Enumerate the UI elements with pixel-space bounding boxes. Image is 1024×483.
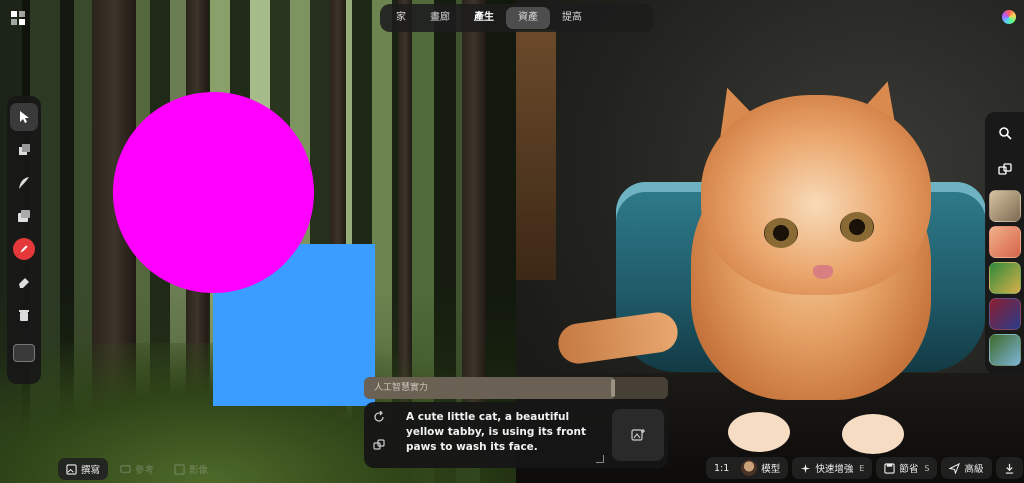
quick-enhance-button[interactable]: 快速增強 E <box>792 457 873 479</box>
add-image-icon <box>631 429 645 441</box>
app-logo-icon[interactable] <box>10 10 26 26</box>
cursor-arrow-icon <box>20 110 29 123</box>
style-thumbnail-1[interactable] <box>989 190 1021 222</box>
model-avatar <box>741 460 758 476</box>
mode-image-label: 影像 <box>189 465 209 476</box>
active-color-swatch <box>13 237 35 260</box>
image-icon <box>66 463 77 475</box>
image-upload-tool-button[interactable] <box>10 202 38 230</box>
save-icon <box>884 462 896 474</box>
quick-enhance-label: 快速增強 <box>815 464 854 475</box>
color-picker-button[interactable] <box>10 235 38 263</box>
mode-image-button[interactable]: 影像 <box>166 458 216 480</box>
right-toolbar <box>985 112 1024 374</box>
left-toolbar <box>7 96 41 384</box>
tab-gallery[interactable]: 畫廊 <box>418 7 462 29</box>
mode-reference-label: 參考 <box>135 465 155 476</box>
aspect-ratio-button[interactable]: 1:1 模型 <box>706 457 789 479</box>
style-thumbnail-3[interactable] <box>989 262 1021 294</box>
mode-compose-button[interactable]: 撰寫 <box>58 458 109 480</box>
style-swap-icon <box>373 439 385 450</box>
magenta-circle-shape[interactable] <box>113 92 314 293</box>
tab-assets[interactable]: 資產 <box>506 7 550 29</box>
user-avatar[interactable] <box>1002 10 1016 24</box>
mode-compose-label: 撰寫 <box>81 465 101 476</box>
feather-brush-icon <box>19 176 29 189</box>
refresh-icon <box>374 411 384 422</box>
advanced-label: 高級 <box>964 464 984 475</box>
background-image-button[interactable] <box>10 339 38 367</box>
save-label: 節省 <box>899 464 919 475</box>
mode-switcher: 撰寫 參考 影像 <box>58 458 216 480</box>
tab-generate[interactable]: 產生 <box>462 7 506 29</box>
search-style-button[interactable] <box>990 118 1020 148</box>
style-thumbnail-2[interactable] <box>989 226 1021 258</box>
cat-nose <box>813 265 833 279</box>
image-stack-icon <box>18 209 30 222</box>
brush-tool-button[interactable] <box>10 169 38 197</box>
save-shortcut: S <box>924 463 930 473</box>
ai-strength-label: 人工智慧實力 <box>374 383 429 393</box>
layers-tool-button[interactable] <box>10 136 38 164</box>
cat-paw-right <box>842 414 904 454</box>
image-prompt-button[interactable] <box>612 409 664 461</box>
top-navigation: 家 畫廊 產生 資產 提高 <box>380 4 654 32</box>
ai-strength-handle[interactable] <box>611 379 615 397</box>
prompt-history-button[interactable] <box>370 408 388 426</box>
style-thumbnail-5[interactable] <box>989 334 1021 366</box>
model-label: 模型 <box>761 464 781 475</box>
download-icon <box>1005 463 1013 474</box>
save-button[interactable]: 節省 S <box>876 457 938 479</box>
trash-icon <box>19 309 29 321</box>
mode-reference-button[interactable]: 參考 <box>112 458 162 480</box>
eraser-tool-button[interactable] <box>10 268 38 296</box>
style-transfer-button[interactable] <box>990 154 1020 184</box>
style-thumbnail-4[interactable] <box>989 298 1021 330</box>
delete-tool-button[interactable] <box>10 301 38 329</box>
tab-home[interactable]: 家 <box>384 7 418 29</box>
eraser-icon <box>19 277 29 288</box>
sparkle-icon <box>801 463 811 473</box>
layers-icon <box>19 143 30 155</box>
tab-upscale[interactable]: 提高 <box>550 7 594 29</box>
send-icon <box>949 462 961 474</box>
ai-strength-slider[interactable]: 人工智慧實力 <box>364 377 668 399</box>
frame-icon <box>174 463 185 475</box>
cat-paw-left <box>728 412 790 452</box>
cat-eye-left <box>764 218 798 248</box>
search-icon <box>999 127 1012 140</box>
generation-controls: 1:1 模型 快速增強 E 節省 S 高級 <box>706 456 1023 480</box>
aspect-ratio-label: 1:1 <box>714 462 730 474</box>
quick-enhance-shortcut: E <box>859 463 865 473</box>
download-button[interactable] <box>995 457 1023 479</box>
background-shelf <box>516 30 556 280</box>
background-thumbnail <box>13 344 35 362</box>
prompt-input[interactable] <box>406 410 602 464</box>
prompt-resize-handle[interactable] <box>596 455 604 463</box>
pencil-icon <box>20 244 28 253</box>
monitor-icon <box>120 464 131 473</box>
prompt-side-actions <box>370 408 390 454</box>
style-swap-icon <box>998 163 1012 175</box>
advanced-button[interactable]: 高級 <box>941 457 992 479</box>
cat-eye-right <box>840 212 874 242</box>
prompt-style-button[interactable] <box>370 436 388 454</box>
select-tool-button[interactable] <box>10 102 38 131</box>
